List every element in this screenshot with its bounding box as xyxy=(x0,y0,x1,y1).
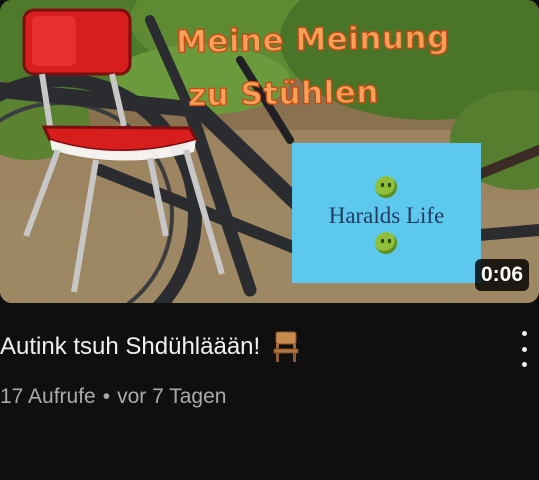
video-thumbnail[interactable]: Meine Meinung zu Stühlen Haralds Life 0:… xyxy=(0,0,539,303)
more-options-button[interactable] xyxy=(517,331,531,367)
thumbnail-title-line-1: Meine Meinung xyxy=(175,19,451,61)
more-dot-icon xyxy=(521,331,527,336)
view-count: 17 Aufrufe xyxy=(0,385,96,408)
more-dot-icon xyxy=(521,346,527,352)
meta-separator: • xyxy=(102,385,111,408)
nauseated-face-icon xyxy=(375,176,397,198)
video-metadata: 17 Aufrufe • vor 7 Tagen xyxy=(0,383,226,411)
video-title-row[interactable]: Autink tsuh Shdühläään! xyxy=(0,327,500,367)
more-dot-icon xyxy=(521,362,527,367)
haralds-life-logo: Haralds Life xyxy=(292,143,481,283)
video-card[interactable]: Meine Meinung zu Stühlen Haralds Life 0:… xyxy=(0,0,539,480)
nauseated-face-icon xyxy=(375,232,397,254)
logo-text: Haralds Life xyxy=(328,203,445,228)
upload-date: vor 7 Tagen xyxy=(117,385,227,408)
duration-badge: 0:06 xyxy=(474,259,529,291)
thumbnail-title-line-2: zu Stühlen xyxy=(187,74,380,115)
video-title[interactable]: Autink tsuh Shdühläään! xyxy=(0,331,260,363)
chair-icon xyxy=(273,331,299,362)
